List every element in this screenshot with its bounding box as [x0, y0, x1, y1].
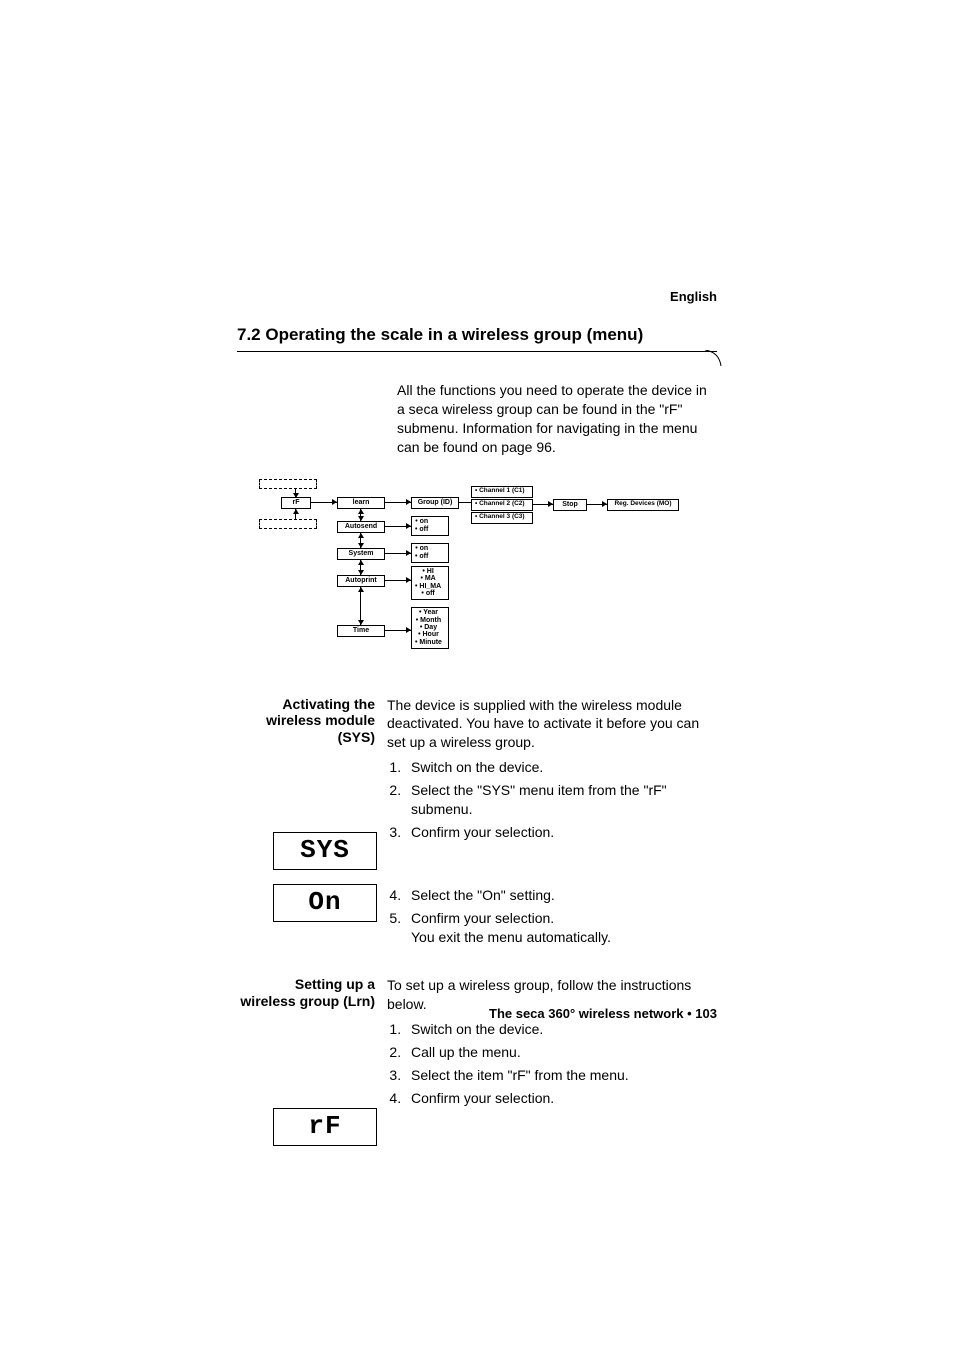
sys-step-2: Select the "SYS" menu item from the "rF"…: [405, 781, 717, 819]
node-learn: learn: [337, 497, 385, 509]
display-rf: rF: [273, 1108, 377, 1146]
node-autoprint: Autoprint: [337, 575, 385, 587]
sys-intro: The device is supplied with the wireless…: [387, 696, 717, 753]
node-channel2: • Channel 2 (C2): [471, 499, 533, 511]
title-underline: [237, 351, 717, 369]
node-system: System: [337, 548, 385, 560]
menu-diagram: rF learn Autosend System Autoprint Time …: [259, 481, 739, 656]
page-footer: The seca 360° wireless network • 103: [489, 1006, 717, 1021]
dashed-box-lower: [259, 519, 317, 529]
node-print-opts: • HI • MA • HI_MA • off: [411, 566, 449, 600]
node-time: Time: [337, 625, 385, 637]
lrn-step-1: Switch on the device.: [405, 1020, 717, 1039]
sys-step-5: Confirm your selection. You exit the men…: [405, 909, 717, 947]
node-reg-devices: Reg. Devices (MO): [607, 499, 679, 511]
sys-step-1: Switch on the device.: [405, 758, 717, 777]
lrn-step-2: Call up the menu.: [405, 1043, 717, 1062]
node-time-opts: • Year • Month • Day • Hour • Minute: [411, 607, 449, 649]
dashed-box-upper: [259, 479, 317, 489]
display-on: On: [273, 884, 377, 922]
node-rf: rF: [281, 497, 311, 509]
intro-paragraph: All the functions you need to operate th…: [397, 381, 717, 457]
node-group: Group (ID): [411, 497, 459, 509]
section-title: 7.2 Operating the scale in a wireless gr…: [237, 325, 717, 345]
language-label: English: [670, 289, 717, 304]
display-sys: SYS: [273, 832, 377, 870]
node-autosend: Autosend: [337, 521, 385, 533]
node-onoff-system: • on • off: [411, 543, 449, 563]
sys-step-4: Select the "On" setting.: [405, 886, 717, 905]
node-stop: Stop: [553, 499, 587, 511]
node-channel3: • Channel 3 (C3): [471, 512, 533, 524]
node-channel1: • Channel 1 (C1): [471, 486, 533, 498]
node-onoff-autosend: • on • off: [411, 516, 449, 536]
